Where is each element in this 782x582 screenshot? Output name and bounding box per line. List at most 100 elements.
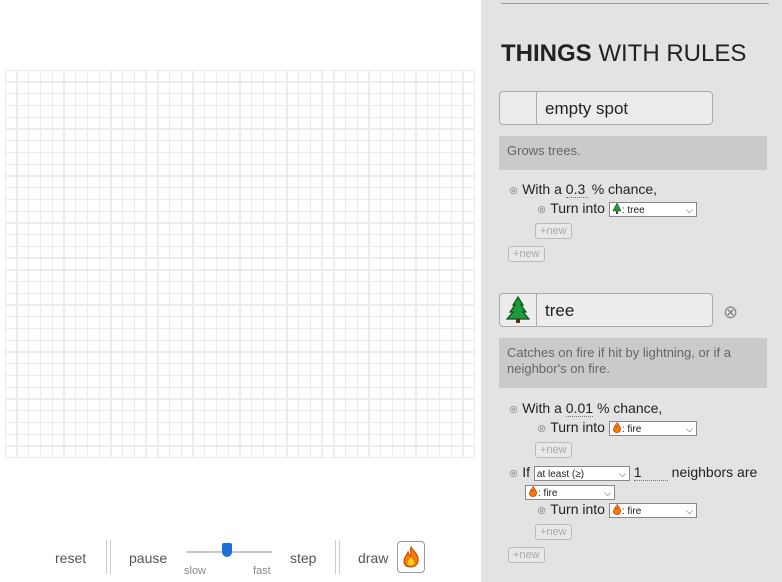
grid-cell[interactable] [111,399,123,411]
grid-cell[interactable] [52,446,64,457]
grid-cell[interactable] [287,117,298,129]
grid-cell[interactable] [463,153,474,164]
grid-cell[interactable] [240,258,252,270]
grid-cell[interactable] [76,411,87,422]
grid-cell[interactable] [76,176,87,188]
grid-cell[interactable] [463,94,474,105]
grid-cell[interactable] [135,200,146,211]
grid-cell[interactable] [264,376,275,387]
grid-cell[interactable] [311,258,322,270]
grid-cell[interactable] [205,71,216,82]
grid-cell[interactable] [158,71,169,82]
grid-cell[interactable] [146,153,158,164]
grid-cell[interactable] [146,200,158,211]
grid-cell[interactable] [123,188,134,199]
grid-cell[interactable] [29,411,40,422]
grid-cell[interactable] [193,282,205,293]
grid-cell[interactable] [205,317,216,328]
grid-cell[interactable] [99,211,111,223]
grid-cell[interactable] [381,258,392,270]
grid-cell[interactable] [404,258,416,270]
grid-cell[interactable] [404,211,416,223]
grid-cell[interactable] [451,270,463,281]
grid-cell[interactable] [322,129,334,141]
grid-cell[interactable] [111,317,123,328]
grid-cell[interactable] [217,387,228,399]
grid-cell[interactable] [17,258,29,270]
grid-cell[interactable] [451,434,463,446]
grid-cell[interactable] [440,258,451,270]
grid-cell[interactable] [322,200,334,211]
grid-cell[interactable] [346,434,357,446]
grid-cell[interactable] [228,423,240,434]
grid-cell[interactable] [170,247,181,258]
grid-cell[interactable] [170,117,181,129]
grid-cell[interactable] [252,188,263,199]
grid-cell[interactable] [29,293,40,305]
grid-cell[interactable] [428,211,439,223]
grid-cell[interactable] [381,223,392,234]
add-subrule-button[interactable]: +new [535,524,572,540]
grid-cell[interactable] [451,117,463,129]
grid-cell[interactable] [99,129,111,141]
grid-cell[interactable] [170,235,181,246]
grid-cell[interactable] [428,399,439,411]
grid-cell[interactable] [252,317,263,328]
grid-cell[interactable] [217,423,228,434]
grid-cell[interactable] [17,411,29,422]
grid-cell[interactable] [228,446,240,457]
grid-cell[interactable] [393,71,404,82]
grid-cell[interactable] [369,411,381,422]
grid-cell[interactable] [205,293,216,305]
grid-cell[interactable] [275,270,287,281]
grid-cell[interactable] [181,387,193,399]
grid-cell[interactable] [158,153,169,164]
grid-cell[interactable] [440,247,451,258]
grid-cell[interactable] [29,235,40,246]
grid-cell[interactable] [311,188,322,199]
grid-cell[interactable] [299,106,310,117]
grid-cell[interactable] [252,399,263,411]
add-subrule-button[interactable]: +new [535,223,572,239]
grid-cell[interactable] [205,106,216,117]
grid-cell[interactable] [311,153,322,164]
grid-cell[interactable] [135,223,146,234]
grid-cell[interactable] [299,411,310,422]
grid-cell[interactable] [41,71,52,82]
grid-cell[interactable] [111,411,123,422]
grid-cell[interactable] [205,352,216,364]
grid-cell[interactable] [88,258,99,270]
grid-cell[interactable] [99,106,111,117]
grid-cell[interactable] [322,235,334,246]
grid-cell[interactable] [357,223,369,234]
grid-cell[interactable] [440,329,451,340]
grid-cell[interactable] [111,82,123,94]
grid-cell[interactable] [6,376,17,387]
grid-cell[interactable] [240,247,252,258]
grid-cell[interactable] [228,153,240,164]
grid-cell[interactable] [99,153,111,164]
grid-cell[interactable] [111,352,123,364]
grid-cell[interactable] [217,352,228,364]
grid-cell[interactable] [264,411,275,422]
grid-cell[interactable] [6,188,17,199]
grid-cell[interactable] [29,446,40,457]
grid-cell[interactable] [404,82,416,94]
grid-cell[interactable] [440,223,451,234]
grid-cell[interactable] [240,305,252,317]
grid-cell[interactable] [6,282,17,293]
grid-cell[interactable] [451,106,463,117]
grid-cell[interactable] [357,82,369,94]
grid-cell[interactable] [311,117,322,129]
grid-cell[interactable] [357,235,369,246]
grid-cell[interactable] [205,235,216,246]
grid-cell[interactable] [428,117,439,129]
grid-cell[interactable] [299,223,310,234]
grid-cell[interactable] [146,211,158,223]
grid-cell[interactable] [88,247,99,258]
grid-cell[interactable] [381,434,392,446]
grid-cell[interactable] [17,247,29,258]
grid-cell[interactable] [287,317,298,328]
delete-thing-icon[interactable]: ⊗ [723,302,738,323]
grid-cell[interactable] [170,223,181,234]
